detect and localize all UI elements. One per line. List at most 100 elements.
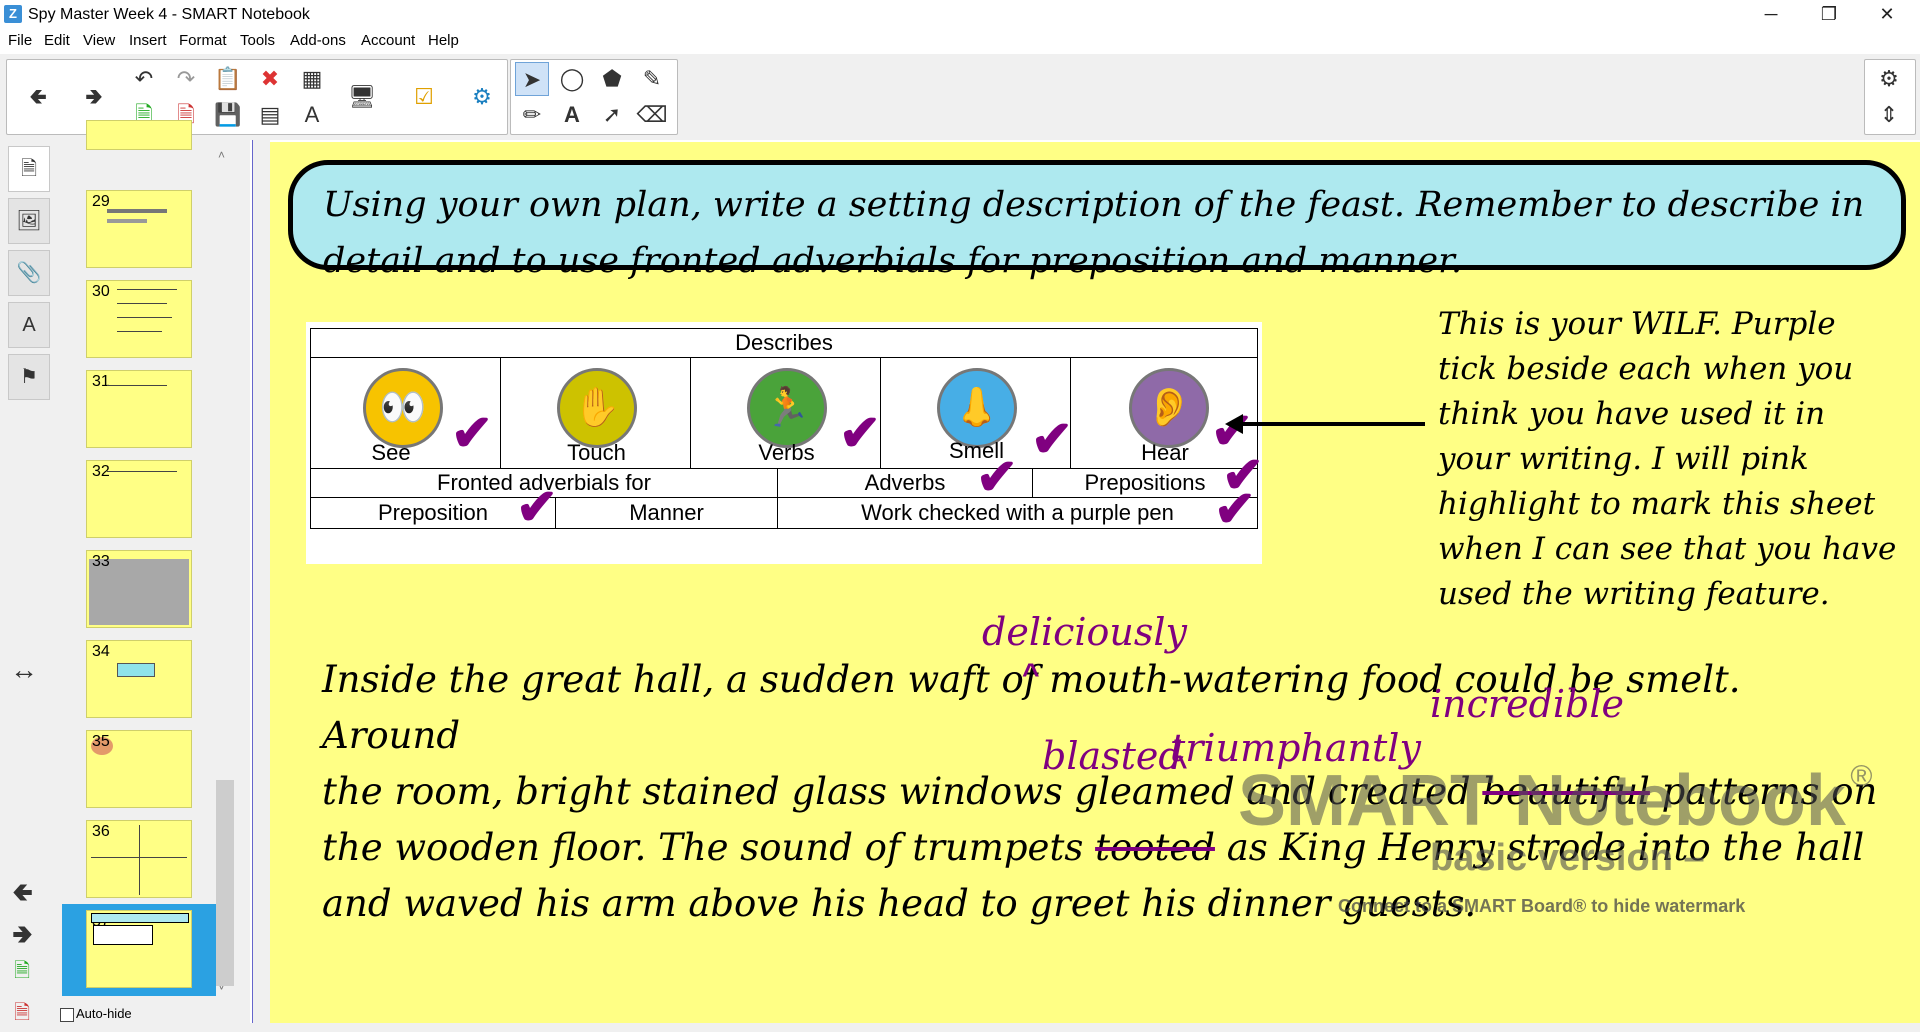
wilf-note[interactable]: This is your WILF. Purple tick beside ea…: [1438, 302, 1898, 617]
menu-file[interactable]: File: [8, 32, 32, 49]
spell-check-icon[interactable]: A: [295, 98, 329, 132]
delete-icon[interactable]: ✖: [253, 62, 287, 96]
purple-tick: ✔: [1031, 411, 1073, 467]
menu-addons[interactable]: Add-ons: [290, 32, 346, 49]
watermark-version: basic version –: [1430, 837, 1705, 879]
caret-mark-icon: ^: [1022, 658, 1040, 691]
running-legs-icon: 🏃: [747, 368, 827, 448]
back-arrow-icon[interactable]: 🢀: [21, 80, 55, 114]
arrow-line[interactable]: [1235, 422, 1425, 426]
activity-icon[interactable]: ☑: [407, 80, 441, 114]
watermark-registered: ®: [1850, 760, 1873, 793]
resize-arrows-icon[interactable]: ↔: [10, 654, 38, 686]
page-thumbnail-33[interactable]: 33: [86, 550, 192, 628]
add-on-icon[interactable]: ⚙: [465, 80, 499, 114]
scroll-up-icon[interactable]: ˄: [218, 148, 225, 162]
page-number: 36: [92, 823, 110, 840]
watermark-hint: Connect to a SMART Board® to hide waterm…: [1338, 896, 1746, 916]
page-thumbnail-29[interactable]: 29: [86, 190, 192, 268]
task-box[interactable]: Using your own plan, write a setting des…: [288, 160, 1906, 281]
page-thumbnail-35[interactable]: 35: [86, 730, 192, 808]
autohide-label: Auto-hide: [76, 1006, 132, 1021]
page-thumbnail-32[interactable]: 32: [86, 460, 192, 538]
thumbnail-content: [117, 303, 167, 304]
settings-icon[interactable]: ⚙: [1872, 62, 1906, 96]
delete-page-icon[interactable]: 🗎: [14, 998, 30, 1032]
select-icon[interactable]: ➤: [515, 62, 549, 96]
menu-tools[interactable]: Tools: [240, 32, 275, 49]
undo-icon[interactable]: ↶: [127, 62, 161, 96]
ear-icon: 👂: [1129, 368, 1209, 448]
sorter-scroll-thumb[interactable]: [216, 780, 234, 986]
page-sorter-tab-icon[interactable]: 🗎: [8, 146, 50, 192]
canvas-scrollbar[interactable]: [252, 140, 270, 1023]
thumbnail-content: [117, 289, 177, 290]
menu-format[interactable]: Format: [179, 32, 227, 49]
table-icon[interactable]: ▦: [295, 62, 329, 96]
pens-icon[interactable]: ✏: [515, 98, 549, 132]
purple-tick: ✔: [976, 449, 1018, 505]
window-title: Spy Master Week 4 - SMART Notebook: [28, 6, 310, 23]
add-page-icon[interactable]: 🗎: [14, 956, 30, 990]
page-thumbnail-31[interactable]: 31: [86, 370, 192, 448]
menu-account[interactable]: Account: [361, 32, 415, 49]
edit-deliciously[interactable]: deliciously: [982, 610, 1187, 654]
page-thumbnail-30[interactable]: 30: [86, 280, 192, 358]
page-thumbnail-37[interactable]: 37: [86, 910, 192, 988]
purple-tick: ✔: [839, 405, 881, 461]
wilf-cell-see: 👀 See ✔: [310, 357, 501, 469]
minimize-button[interactable]: ─: [1742, 0, 1800, 30]
restore-button[interactable]: ❐: [1800, 0, 1858, 30]
paste-icon[interactable]: 📋: [211, 62, 245, 96]
thumbnail-content: [117, 663, 155, 677]
attachments-tab-icon[interactable]: 📎: [8, 250, 50, 296]
redo-icon[interactable]: ↷: [169, 62, 203, 96]
edit-incredible[interactable]: incredible: [1430, 682, 1624, 726]
page-thumbnail-34[interactable]: 34: [86, 640, 192, 718]
purple-tick: ✔: [1214, 481, 1256, 537]
previous-page-icon[interactable]: 🢀: [12, 874, 33, 918]
save-icon[interactable]: 💾: [211, 98, 245, 132]
menu-insert[interactable]: Insert: [129, 32, 167, 49]
text-icon[interactable]: A: [555, 98, 589, 132]
close-button[interactable]: ✕: [1858, 0, 1916, 30]
notebook-page[interactable]: Using your own plan, write a setting des…: [270, 142, 1920, 1023]
wilf-table[interactable]: Describes 👀 See ✔ ✋ Touch 🏃 Verbs ✔ 👃 Sm…: [306, 322, 1264, 564]
display-icon[interactable]: 🖥: [345, 80, 379, 114]
page-thumbnail-28[interactable]: [86, 120, 192, 150]
purple-tick: ✔: [516, 479, 558, 535]
toolbar-group-settings: ⚙ ⇕: [1864, 59, 1916, 135]
watermark: SMART Notebook ®: [1238, 760, 1873, 842]
toolbar: 🢀 🢂 ↶ ↷ 📋 ✖ ▦ 🗎 🗎 💾 ▤ A 🖥 ☑ ⚙ ➤ ◯ ⬟ ✎ ✏ …: [0, 54, 1920, 140]
page-number: 33: [92, 553, 110, 570]
move-toolbar-icon[interactable]: ⇕: [1872, 98, 1906, 132]
side-tabs: 🗎 🖼 📎 A ⚑ ↔ 🢀 🢂 🗎 🗎: [0, 140, 56, 1024]
menu-edit[interactable]: Edit: [44, 32, 70, 49]
properties-tab-icon[interactable]: A: [8, 302, 50, 348]
caret-mark-icon: ^: [1170, 750, 1188, 783]
line-icon[interactable]: ➚: [595, 98, 629, 132]
next-page-icon[interactable]: 🢂: [12, 916, 33, 960]
pen-icon[interactable]: ✎: [635, 62, 669, 96]
wilf-label-touch: Touch: [567, 440, 626, 465]
thumbnail-content: [91, 913, 189, 923]
eraser-icon[interactable]: ⌫: [635, 98, 669, 132]
fill-icon[interactable]: ⬟: [595, 62, 629, 96]
edit-blasted[interactable]: blasted: [1042, 734, 1183, 778]
autohide-checkbox[interactable]: [60, 1008, 74, 1022]
title-bar: Z Spy Master Week 4 - SMART Notebook ─ ❐…: [0, 0, 1920, 30]
thumbnail-content: [107, 385, 167, 386]
gallery-tab-icon[interactable]: 🖼: [8, 198, 50, 244]
menu-view[interactable]: View: [83, 32, 115, 49]
wilf-cell-verbs: 🏃 Verbs ✔: [690, 357, 881, 469]
eyes-icon: 👀: [363, 368, 443, 448]
screen-shade-icon[interactable]: ▤: [253, 98, 287, 132]
wilf-manner: Manner: [555, 497, 778, 529]
shapes-icon[interactable]: ◯: [555, 62, 589, 96]
page-number: 34: [92, 643, 110, 660]
menu-help[interactable]: Help: [428, 32, 459, 49]
forward-arrow-icon[interactable]: 🢂: [77, 80, 111, 114]
thumbnail-content: [117, 317, 172, 318]
page-thumbnail-36[interactable]: 36: [86, 820, 192, 898]
addons-tab-icon[interactable]: ⚑: [8, 354, 50, 400]
